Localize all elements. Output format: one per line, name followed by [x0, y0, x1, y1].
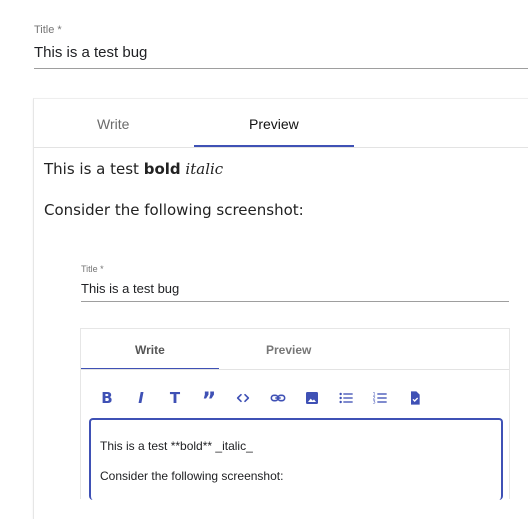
title-label: Title *	[34, 24, 62, 36]
numbered-list-icon: 123	[370, 388, 390, 408]
preview-italic-text: italic	[185, 160, 224, 178]
tab-preview[interactable]: Preview	[249, 116, 299, 132]
code-icon	[233, 388, 253, 408]
editor-line-2: Consider the following screenshot:	[100, 469, 284, 483]
image-icon	[302, 388, 322, 408]
embedded-title-value: This is a test bug	[81, 281, 180, 296]
embedded-tab-preview: Preview	[266, 343, 312, 357]
link-icon	[268, 388, 288, 408]
preview-line-1: This is a test bold italic	[44, 160, 223, 178]
tabs-divider	[34, 147, 528, 148]
quote-icon: ”	[201, 389, 217, 414]
title-input-underline	[34, 68, 528, 69]
preview-bold-text: bold	[143, 160, 181, 178]
bulleted-list-icon	[336, 388, 356, 408]
italic-icon: I	[138, 389, 144, 407]
embedded-tab-write: Write	[135, 343, 165, 357]
embedded-title-underline	[81, 301, 509, 302]
embedded-title-label: Title *	[81, 264, 104, 274]
preview-line-2: Consider the following screenshot:	[44, 201, 304, 219]
embedded-markdown-editor	[89, 418, 503, 500]
embedded-tabs-divider	[81, 369, 509, 370]
tab-write[interactable]: Write	[97, 116, 129, 132]
heading-icon: T	[169, 389, 181, 407]
bold-icon: B	[101, 389, 113, 407]
svg-text:3: 3	[373, 399, 376, 405]
title-input[interactable]: This is a test bug	[34, 44, 147, 61]
preview-text: This is a test	[44, 160, 144, 178]
editor-line-1: This is a test **bold** _italic_	[100, 439, 253, 453]
task-list-icon	[405, 388, 425, 408]
